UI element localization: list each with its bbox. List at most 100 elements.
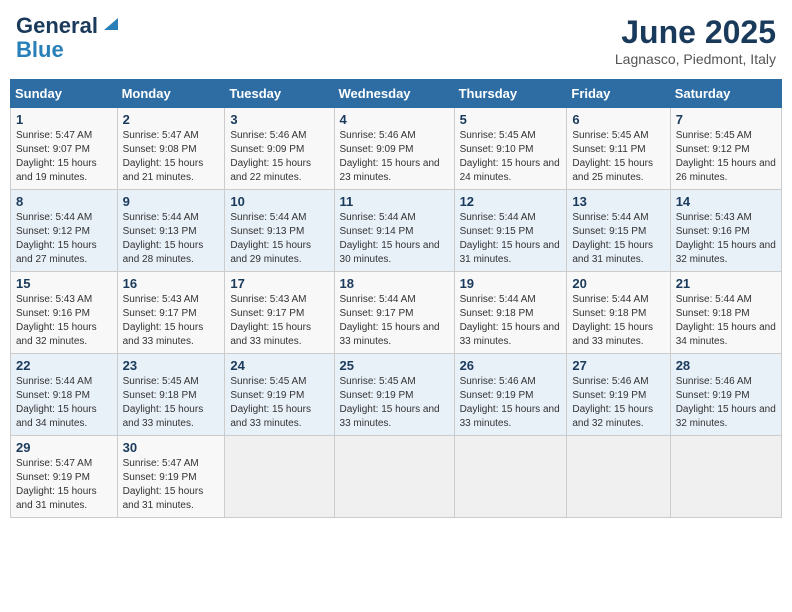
calendar-cell: 25Sunrise: 5:45 AMSunset: 9:19 PMDayligh…	[334, 354, 454, 436]
calendar-cell: 1 Sunrise: 5:47 AMSunset: 9:07 PMDaylight…	[11, 108, 118, 190]
header-tuesday: Tuesday	[225, 80, 334, 108]
day-info: Sunrise: 5:44 AMSunset: 9:12 PMDaylight:…	[16, 211, 112, 267]
calendar-cell: 7 Sunrise: 5:45 AMSunset: 9:12 PMDaylight…	[670, 108, 781, 190]
day-number: 21	[676, 276, 776, 291]
calendar-cell: 2 Sunrise: 5:47 AMSunset: 9:08 PMDaylight…	[117, 108, 225, 190]
calendar-cell: 16Sunrise: 5:43 AMSunset: 9:17 PMDayligh…	[117, 272, 225, 354]
day-info: Sunrise: 5:45 AMSunset: 9:11 PMDaylight:…	[572, 129, 664, 185]
calendar-cell: 24 Sunrise: 5:45 AMSunset: 9:19 PMDayligh…	[225, 354, 334, 436]
calendar-header-row: SundayMondayTuesdayWednesdayThursdayFrid…	[11, 80, 782, 108]
day-info: Sunrise: 5:44 AMSunset: 9:15 PMDaylight:…	[572, 211, 664, 267]
day-info: Sunrise: 5:46 AMSunset: 9:19 PMDaylight:…	[676, 375, 776, 431]
day-info: Sunrise: 5:47 AMSunset: 9:19 PMDaylight:…	[123, 457, 220, 513]
day-number: 6	[572, 112, 664, 127]
day-number: 26	[460, 358, 562, 373]
calendar-week-3: 15 Sunrise: 5:43 AMSunset: 9:16 PMDayligh…	[11, 272, 782, 354]
calendar-cell: 10 Sunrise: 5:44 AMSunset: 9:13 PMDayligh…	[225, 190, 334, 272]
location-text: Lagnasco, Piedmont, Italy	[615, 51, 776, 67]
calendar-cell: 13Sunrise: 5:44 AMSunset: 9:15 PMDayligh…	[567, 190, 670, 272]
day-info: Sunrise: 5:46 AMSunset: 9:19 PMDaylight:…	[572, 375, 664, 431]
calendar-cell: 6 Sunrise: 5:45 AMSunset: 9:11 PMDaylight…	[567, 108, 670, 190]
month-year-title: June 2025	[615, 14, 776, 51]
day-info: Sunrise: 5:45 AMSunset: 9:19 PMDaylight:…	[340, 375, 449, 431]
day-number: 5	[460, 112, 562, 127]
day-number: 14	[676, 194, 776, 209]
day-info: Sunrise: 5:43 AMSunset: 9:16 PMDaylight:…	[676, 211, 776, 267]
day-number: 1	[16, 112, 112, 127]
day-number: 15	[16, 276, 112, 291]
calendar-cell: 20 Sunrise: 5:44 AMSunset: 9:18 PMDayligh…	[567, 272, 670, 354]
day-info: Sunrise: 5:43 AMSunset: 9:16 PMDaylight:…	[16, 293, 112, 349]
header-wednesday: Wednesday	[334, 80, 454, 108]
calendar-cell: 28 Sunrise: 5:46 AMSunset: 9:19 PMDayligh…	[670, 354, 781, 436]
day-info: Sunrise: 5:46 AMSunset: 9:09 PMDaylight:…	[230, 129, 328, 185]
day-info: Sunrise: 5:47 AMSunset: 9:07 PMDaylight:…	[16, 129, 112, 185]
calendar-cell: 11 Sunrise: 5:44 AMSunset: 9:14 PMDayligh…	[334, 190, 454, 272]
calendar-cell: 18Sunrise: 5:44 AMSunset: 9:17 PMDayligh…	[334, 272, 454, 354]
day-number: 23	[123, 358, 220, 373]
logo-text-blue: Blue	[16, 37, 64, 62]
calendar-cell: 9 Sunrise: 5:44 AMSunset: 9:13 PMDaylight…	[117, 190, 225, 272]
day-number: 22	[16, 358, 112, 373]
day-number: 28	[676, 358, 776, 373]
day-number: 7	[676, 112, 776, 127]
calendar-cell: 17Sunrise: 5:43 AMSunset: 9:17 PMDayligh…	[225, 272, 334, 354]
day-info: Sunrise: 5:45 AMSunset: 9:10 PMDaylight:…	[460, 129, 562, 185]
day-number: 3	[230, 112, 328, 127]
day-info: Sunrise: 5:46 AMSunset: 9:19 PMDaylight:…	[460, 375, 562, 431]
day-number: 4	[340, 112, 449, 127]
day-info: Sunrise: 5:46 AMSunset: 9:09 PMDaylight:…	[340, 129, 449, 185]
day-number: 8	[16, 194, 112, 209]
day-info: Sunrise: 5:44 AMSunset: 9:18 PMDaylight:…	[676, 293, 776, 349]
header-sunday: Sunday	[11, 80, 118, 108]
day-number: 27	[572, 358, 664, 373]
calendar-week-5: 29Sunrise: 5:47 AMSunset: 9:19 PMDayligh…	[11, 436, 782, 518]
calendar-cell: 29Sunrise: 5:47 AMSunset: 9:19 PMDayligh…	[11, 436, 118, 518]
day-info: Sunrise: 5:43 AMSunset: 9:17 PMDaylight:…	[230, 293, 328, 349]
calendar-week-1: 1 Sunrise: 5:47 AMSunset: 9:07 PMDaylight…	[11, 108, 782, 190]
day-number: 10	[230, 194, 328, 209]
day-info: Sunrise: 5:44 AMSunset: 9:18 PMDaylight:…	[460, 293, 562, 349]
title-area: June 2025 Lagnasco, Piedmont, Italy	[615, 14, 776, 67]
calendar-cell: 30 Sunrise: 5:47 AMSunset: 9:19 PMDayligh…	[117, 436, 225, 518]
header-saturday: Saturday	[670, 80, 781, 108]
day-info: Sunrise: 5:45 AMSunset: 9:12 PMDaylight:…	[676, 129, 776, 185]
day-info: Sunrise: 5:44 AMSunset: 9:17 PMDaylight:…	[340, 293, 449, 349]
day-info: Sunrise: 5:45 AMSunset: 9:19 PMDaylight:…	[230, 375, 328, 431]
calendar-cell: 23 Sunrise: 5:45 AMSunset: 9:18 PMDayligh…	[117, 354, 225, 436]
calendar-cell	[334, 436, 454, 518]
calendar-week-2: 8 Sunrise: 5:44 AMSunset: 9:12 PMDaylight…	[11, 190, 782, 272]
calendar-cell	[454, 436, 567, 518]
calendar-cell	[225, 436, 334, 518]
calendar-cell	[670, 436, 781, 518]
calendar-cell: 8 Sunrise: 5:44 AMSunset: 9:12 PMDaylight…	[11, 190, 118, 272]
calendar-cell: 12Sunrise: 5:44 AMSunset: 9:15 PMDayligh…	[454, 190, 567, 272]
calendar-cell: 14 Sunrise: 5:43 AMSunset: 9:16 PMDayligh…	[670, 190, 781, 272]
header-thursday: Thursday	[454, 80, 567, 108]
logo-arrow-icon	[100, 12, 122, 34]
day-number: 11	[340, 194, 449, 209]
logo: General Blue	[16, 14, 122, 62]
day-info: Sunrise: 5:47 AMSunset: 9:19 PMDaylight:…	[16, 457, 112, 513]
calendar-cell: 19 Sunrise: 5:44 AMSunset: 9:18 PMDayligh…	[454, 272, 567, 354]
calendar-cell	[567, 436, 670, 518]
header: General Blue June 2025 Lagnasco, Piedmon…	[10, 10, 782, 71]
day-info: Sunrise: 5:44 AMSunset: 9:14 PMDaylight:…	[340, 211, 449, 267]
day-number: 30	[123, 440, 220, 455]
header-friday: Friday	[567, 80, 670, 108]
calendar-cell: 15 Sunrise: 5:43 AMSunset: 9:16 PMDayligh…	[11, 272, 118, 354]
day-info: Sunrise: 5:47 AMSunset: 9:08 PMDaylight:…	[123, 129, 220, 185]
day-info: Sunrise: 5:43 AMSunset: 9:17 PMDaylight:…	[123, 293, 220, 349]
day-number: 9	[123, 194, 220, 209]
day-number: 19	[460, 276, 562, 291]
day-number: 2	[123, 112, 220, 127]
day-number: 24	[230, 358, 328, 373]
calendar-cell: 5 Sunrise: 5:45 AMSunset: 9:10 PMDaylight…	[454, 108, 567, 190]
day-info: Sunrise: 5:44 AMSunset: 9:13 PMDaylight:…	[123, 211, 220, 267]
calendar-week-4: 22Sunrise: 5:44 AMSunset: 9:18 PMDayligh…	[11, 354, 782, 436]
day-number: 20	[572, 276, 664, 291]
calendar-cell: 26 Sunrise: 5:46 AMSunset: 9:19 PMDayligh…	[454, 354, 567, 436]
day-info: Sunrise: 5:45 AMSunset: 9:18 PMDaylight:…	[123, 375, 220, 431]
day-info: Sunrise: 5:44 AMSunset: 9:18 PMDaylight:…	[572, 293, 664, 349]
day-info: Sunrise: 5:44 AMSunset: 9:13 PMDaylight:…	[230, 211, 328, 267]
